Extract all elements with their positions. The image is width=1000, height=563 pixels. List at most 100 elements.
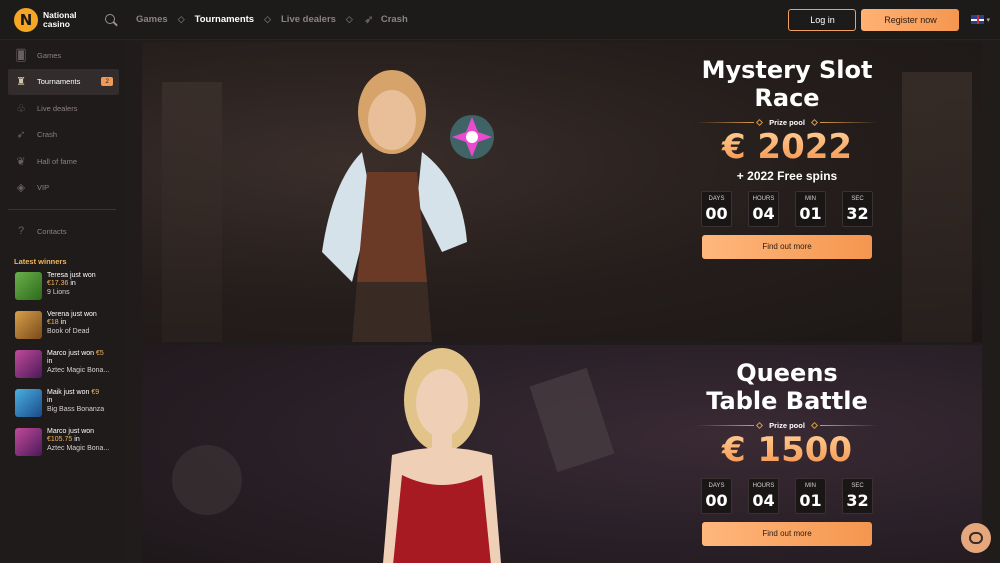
countdown-label: DAYS bbox=[708, 196, 725, 202]
countdown-label: SEC bbox=[851, 196, 864, 202]
prize-amount: € 2022 bbox=[672, 127, 902, 167]
main-nav: Games ◇ Tournaments ◇ Live dealers ◇ ➶ Cr… bbox=[136, 14, 408, 26]
logo-text: National casino bbox=[43, 10, 77, 29]
countdown-value: 32 bbox=[846, 204, 869, 223]
prize-pool-label: Prize pool bbox=[769, 118, 805, 127]
countdown-value: 04 bbox=[752, 491, 775, 510]
countdown-sec: SEC 32 bbox=[842, 478, 873, 514]
brand-logo[interactable]: N National casino bbox=[14, 7, 100, 32]
register-button[interactable]: Register now bbox=[861, 8, 960, 31]
nav-games[interactable]: Games bbox=[136, 14, 168, 25]
tournament-banner-queens-table-battle: Queens Table Battle Prize pool € 1500 DA… bbox=[142, 345, 982, 563]
background-pillar bbox=[902, 72, 972, 342]
sidebar-item-games[interactable]: 🂠 Games bbox=[0, 42, 124, 69]
diamond-icon bbox=[810, 118, 818, 127]
sidebar-item-hall-of-fame[interactable]: ❦ Hall of fame bbox=[0, 148, 124, 175]
nav-live-dealers-label: Live dealers bbox=[281, 14, 336, 25]
uk-flag-icon[interactable] bbox=[971, 15, 985, 24]
winner-text: Maik just won €9 in Big Bass Bonanza bbox=[47, 389, 104, 415]
winner-suffix: in bbox=[47, 397, 53, 404]
winner-item[interactable]: Marco just won €5 in Aztec Magic Bona... bbox=[15, 349, 124, 381]
game-thumbnail bbox=[15, 349, 42, 378]
sidebar-item-live-dealers[interactable]: ♧ Live dealers bbox=[0, 95, 124, 122]
countdown-label: HOURS bbox=[752, 196, 775, 202]
prize-extra: + 2022 Free spins bbox=[736, 169, 838, 183]
header-actions: Log in Register now ▾ bbox=[788, 8, 990, 31]
winner-game: Big Bass Bonanza bbox=[47, 405, 105, 413]
winner-suffix: in bbox=[47, 358, 53, 365]
sidebar: 🂠 Games ♜ Tournaments 2 ♧ Live dealers ➶ Cras… bbox=[0, 40, 124, 563]
countdown-days: DAYS 00 bbox=[701, 191, 732, 227]
rocket-icon: ➶ bbox=[364, 14, 374, 26]
countdown-label: MIN bbox=[805, 196, 816, 202]
nav-crash[interactable]: ➶ Crash bbox=[363, 14, 408, 26]
countdown-value: 01 bbox=[799, 204, 822, 223]
chat-bubble-icon bbox=[969, 532, 983, 544]
countdown-min: MIN 01 bbox=[795, 478, 826, 514]
prize-pool-label: Prize pool bbox=[769, 421, 805, 430]
winner-item[interactable]: Teresa just won €17.36 in 9 Lions bbox=[15, 271, 124, 303]
winner-suffix: in bbox=[72, 436, 80, 443]
background-pillar bbox=[162, 82, 222, 342]
sidebar-item-label: Live dealers bbox=[37, 103, 78, 113]
winner-text: Marco just won €5 in Aztec Magic Bona... bbox=[47, 350, 109, 376]
login-button[interactable]: Log in bbox=[788, 8, 857, 31]
winner-text: Teresa just won €17.36 in 9 Lions bbox=[47, 272, 96, 298]
countdown-min: MIN 01 bbox=[795, 191, 826, 227]
nav-tournaments-label: Tournaments bbox=[194, 14, 255, 25]
nav-crash-label: Crash bbox=[380, 14, 408, 25]
decorative-line bbox=[819, 425, 878, 426]
winner-text: Marco just won €105.75 in Aztec Magic Bo… bbox=[47, 428, 109, 454]
diamond-icon: ◈ bbox=[16, 182, 26, 195]
prize-pool-row: Prize pool bbox=[672, 118, 902, 127]
winner-item[interactable]: Marco just won €105.75 in Aztec Magic Bo… bbox=[15, 427, 124, 459]
find-out-more-button[interactable]: Find out more bbox=[702, 235, 872, 259]
promo-title: Queens Table Battle bbox=[706, 359, 868, 415]
top-header: N National casino Games ◇ Tournaments ◇ … bbox=[0, 0, 1000, 40]
sidebar-item-crash[interactable]: ➶ Crash bbox=[0, 122, 124, 149]
countdown-value: 32 bbox=[846, 491, 869, 510]
live-chat-button[interactable] bbox=[961, 523, 991, 553]
countdown-hours: HOURS 04 bbox=[748, 191, 779, 227]
dealer-icon: ♧ bbox=[16, 102, 26, 115]
countdown-value: 01 bbox=[799, 491, 822, 510]
winner-name: Maik just won bbox=[47, 388, 90, 396]
rocket-icon: ➶ bbox=[16, 129, 26, 142]
latest-winners-title: Latest winners bbox=[14, 256, 67, 266]
search-icon[interactable] bbox=[104, 13, 118, 27]
diamond-icon bbox=[756, 118, 764, 127]
countdown-label: DAYS bbox=[708, 483, 725, 489]
sidebar-item-label: Crash bbox=[37, 130, 58, 140]
background-card bbox=[529, 367, 615, 473]
diamond-separator-icon: ◇ bbox=[177, 14, 185, 24]
chevron-down-icon[interactable]: ▾ bbox=[986, 16, 990, 24]
decorative-line bbox=[696, 122, 755, 123]
countdown-label: SEC bbox=[851, 483, 864, 489]
prize-amount: € 1500 bbox=[672, 430, 902, 470]
winner-amount: €17.36 bbox=[47, 280, 69, 287]
countdown-value: 00 bbox=[705, 491, 728, 510]
laurel-icon: ❦ bbox=[16, 155, 26, 168]
winner-item[interactable]: Verena just won €18 in Book of Dead bbox=[15, 310, 124, 342]
winner-item[interactable]: Maik just won €9 in Big Bass Bonanza bbox=[15, 388, 124, 420]
winner-amount: €105.75 bbox=[47, 436, 73, 443]
sidebar-item-label: VIP bbox=[37, 183, 50, 193]
sidebar-item-contacts[interactable]: ? Contacts bbox=[0, 218, 124, 245]
sidebar-item-tournaments[interactable]: ♜ Tournaments 2 bbox=[8, 68, 119, 95]
logo-line2: casino bbox=[43, 18, 70, 29]
nav-tournaments[interactable]: Tournaments bbox=[195, 14, 254, 25]
promo-panel: Mystery Slot Race Prize pool € 2022 + 20… bbox=[672, 56, 902, 259]
diamond-separator-icon: ◇ bbox=[345, 14, 353, 24]
promo-title: Mystery Slot Race bbox=[701, 56, 873, 112]
find-out-more-button[interactable]: Find out more bbox=[702, 522, 872, 546]
diamond-separator-icon: ◇ bbox=[264, 14, 271, 24]
game-thumbnail bbox=[15, 271, 42, 300]
countdown-hours: HOURS 04 bbox=[748, 478, 779, 514]
character-illustration bbox=[322, 70, 494, 342]
sidebar-item-vip[interactable]: ◈ VIP bbox=[0, 175, 124, 202]
diamond-icon bbox=[756, 421, 764, 430]
nav-live-dealers[interactable]: Live dealers bbox=[281, 14, 336, 25]
countdown-label: MIN bbox=[805, 483, 816, 489]
sidebar-item-label: Games bbox=[37, 50, 62, 60]
promo-panel: Queens Table Battle Prize pool € 1500 DA… bbox=[672, 359, 902, 546]
